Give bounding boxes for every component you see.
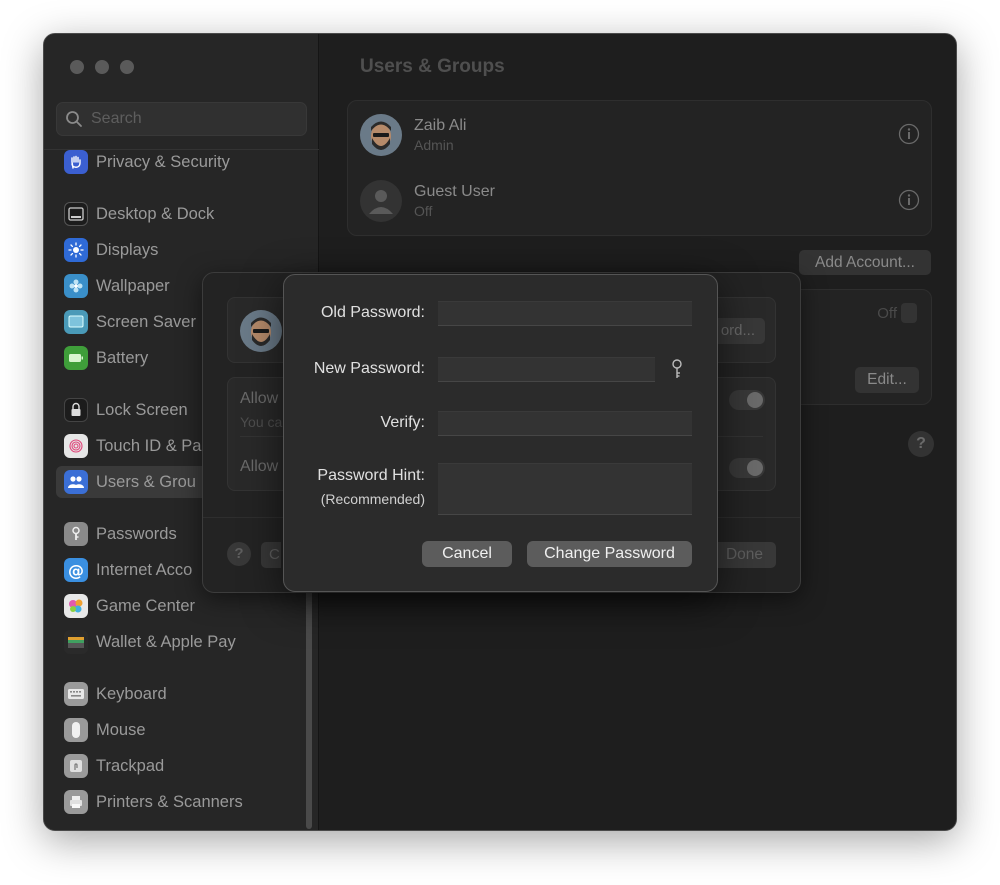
allow-toggle[interactable]	[729, 458, 765, 478]
user-row-guest[interactable]: Guest User Off	[360, 179, 920, 223]
info-icon[interactable]	[898, 123, 920, 145]
password-hint-recommended-label: (Recommended)	[320, 491, 425, 507]
done-button[interactable]: Done	[712, 542, 776, 568]
sidebar-item-printers-scanners[interactable]: Printers & Scanners	[56, 786, 306, 818]
user-role: Admin	[414, 137, 454, 153]
sheet-cancel-button[interactable]: C	[261, 542, 281, 568]
hand-icon	[64, 150, 88, 174]
sidebar-item-keyboard[interactable]: Keyboard	[56, 678, 306, 710]
password-hint-label: Password Hint:	[317, 467, 425, 484]
cancel-button[interactable]: Cancel	[422, 541, 512, 567]
wallet-icon	[64, 630, 88, 654]
sidebar-item-label: Trackpad	[96, 756, 165, 775]
sidebar-item-label: Wallet & Apple Pay	[96, 632, 236, 651]
sidebar-item-label: Internet Acco	[96, 560, 193, 579]
sidebar-item-label: Users & Grou	[96, 472, 196, 491]
password-assistant-key-icon[interactable]	[669, 358, 685, 380]
dock-icon	[64, 202, 88, 226]
sidebar-item-label: Passwords	[96, 524, 177, 543]
screen-saver-icon	[64, 310, 88, 334]
sidebar-item-label: Keyboard	[96, 684, 167, 703]
allow-description: You ca	[240, 414, 283, 430]
help-button[interactable]: ?	[908, 431, 934, 457]
close-window-button[interactable]	[70, 60, 84, 74]
allow-label: Allow	[240, 390, 279, 407]
sidebar-item-label: Screen Saver	[96, 312, 196, 331]
stepper-icon	[901, 303, 917, 323]
sidebar-item-label: Printers & Scanners	[96, 792, 243, 811]
sidebar-item-displays[interactable]: Displays	[56, 234, 306, 266]
sidebar-item-desktop-dock[interactable]: Desktop & Dock	[56, 198, 306, 230]
verify-field[interactable]	[438, 411, 692, 436]
traffic-lights	[70, 60, 134, 74]
mouse-icon	[64, 718, 88, 742]
allow-label: Allow	[240, 458, 279, 475]
battery-icon	[64, 346, 88, 370]
user-row-admin[interactable]: Zaib Ali Admin	[360, 113, 920, 157]
sun-icon	[64, 238, 88, 262]
auto-login-value: Off	[877, 304, 897, 322]
sidebar-item-label: Desktop & Dock	[96, 204, 215, 223]
help-button[interactable]: ?	[227, 542, 251, 566]
sidebar-item-mouse[interactable]: Mouse	[56, 714, 306, 746]
search-icon	[66, 111, 82, 127]
page-title: Users & Groups	[360, 56, 505, 77]
sidebar-item-label: Battery	[96, 348, 149, 367]
at-icon: @	[64, 558, 88, 582]
add-account-button[interactable]: Add Account...	[799, 250, 931, 275]
new-password-field[interactable]	[438, 357, 655, 382]
minimize-window-button[interactable]	[95, 60, 109, 74]
password-hint-field[interactable]	[438, 463, 692, 515]
sidebar-item-label: Privacy & Security	[96, 152, 230, 171]
sidebar-item-label: Lock Screen	[96, 400, 188, 419]
lock-icon	[64, 398, 88, 422]
system-settings-window: Privacy & Security Desktop & Dock Displa…	[43, 33, 957, 831]
user-role: Off	[414, 203, 433, 219]
game-center-icon	[64, 594, 88, 618]
users-icon	[64, 470, 88, 494]
user-name: Guest User	[414, 183, 495, 200]
avatar	[360, 180, 402, 222]
change-password-button[interactable]: Change Password	[527, 541, 692, 567]
sidebar-item-label: Mouse	[96, 720, 146, 739]
trackpad-icon	[64, 754, 88, 778]
zoom-window-button[interactable]	[120, 60, 134, 74]
avatar	[240, 310, 282, 352]
old-password-field[interactable]	[438, 301, 692, 326]
auto-login-select[interactable]: Off	[877, 303, 917, 323]
sidebar-item-label: Displays	[96, 240, 159, 259]
search-input[interactable]	[91, 110, 291, 128]
printer-icon	[64, 790, 88, 814]
edit-button[interactable]: Edit...	[855, 367, 919, 393]
sidebar-item-label: Touch ID & Pa	[96, 436, 202, 455]
old-password-label: Old Password:	[320, 304, 425, 321]
flower-icon	[64, 274, 88, 298]
keyboard-icon	[64, 682, 88, 706]
sidebar-item-game-center[interactable]: Game Center	[56, 590, 306, 622]
change-password-dialog: Old Password: New Password: Verify: Pass…	[283, 274, 718, 592]
fingerprint-icon	[64, 434, 88, 458]
allow-toggle[interactable]	[729, 390, 765, 410]
verify-label: Verify:	[380, 414, 425, 431]
sidebar-item-privacy-security[interactable]: Privacy & Security	[56, 146, 306, 178]
search-box	[56, 102, 307, 136]
sidebar-item-label: Game Center	[96, 596, 196, 615]
sidebar-item-wallet[interactable]: Wallet & Apple Pay	[56, 626, 306, 658]
key-icon	[64, 522, 88, 546]
sidebar-item-trackpad[interactable]: Trackpad	[56, 750, 306, 782]
info-icon[interactable]	[898, 189, 920, 211]
user-name: Zaib Ali	[414, 117, 467, 134]
avatar	[360, 114, 402, 156]
new-password-label: New Password:	[313, 360, 425, 377]
sidebar-item-label: Wallpaper	[96, 276, 170, 295]
users-list: Zaib Ali Admin Guest User Off	[347, 100, 932, 236]
